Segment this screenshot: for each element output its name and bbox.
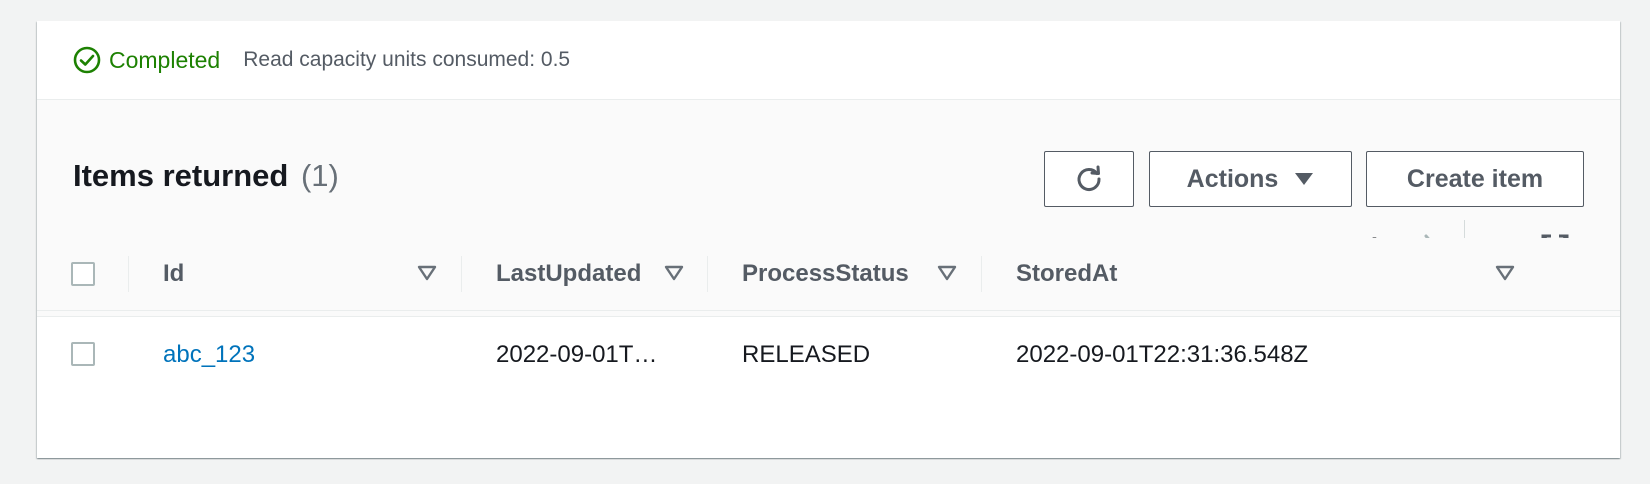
- table-row[interactable]: abc_123 2022-09-01T… RELEASED 2022-09-01…: [37, 311, 1620, 398]
- select-all-checkbox[interactable]: [71, 262, 95, 286]
- table-header-row: Id LastUpdated ProcessStatus StoredAt: [37, 238, 1620, 311]
- status-label: Completed: [109, 46, 221, 73]
- sort-triangle-icon[interactable]: [664, 265, 684, 281]
- cell-lastupdated: 2022-09-01T…: [496, 340, 658, 368]
- item-id-link[interactable]: abc_123: [163, 311, 255, 398]
- create-item-button[interactable]: Create item: [1366, 151, 1584, 207]
- column-header-lastupdated[interactable]: LastUpdated: [496, 238, 641, 310]
- caret-down-icon: [1295, 173, 1314, 185]
- status-indicator: Completed: [73, 46, 220, 74]
- column-divider: [461, 256, 462, 292]
- create-item-label: Create item: [1406, 164, 1544, 193]
- title-text: Items returned: [73, 158, 289, 193]
- column-header-processstatus[interactable]: ProcessStatus: [742, 238, 909, 310]
- check-circle-icon: [73, 46, 101, 74]
- column-divider: [707, 256, 708, 292]
- items-count: (1): [300, 158, 339, 193]
- query-status-bar: Completed Read capacity units consumed: …: [37, 21, 1620, 100]
- actions-dropdown-button[interactable]: Actions: [1149, 151, 1352, 207]
- row-checkbox[interactable]: [71, 342, 95, 366]
- column-divider: [128, 256, 129, 292]
- column-divider: [981, 256, 982, 292]
- page-title: Items returned (1): [73, 158, 339, 194]
- cell-processstatus: RELEASED: [742, 340, 871, 368]
- capacity-consumed-text: Read capacity units consumed: 0.5: [243, 48, 571, 71]
- actions-label: Actions: [1186, 164, 1279, 193]
- query-results-panel: Completed Read capacity units consumed: …: [37, 21, 1620, 458]
- refresh-button[interactable]: [1044, 151, 1134, 207]
- refresh-icon: [1077, 165, 1101, 191]
- cell-storedat: 2022-09-01T22:31:36.548Z: [1016, 340, 1309, 368]
- column-header-id[interactable]: Id: [163, 238, 184, 310]
- sort-triangle-icon[interactable]: [937, 265, 957, 281]
- column-header-storedat[interactable]: StoredAt: [1016, 238, 1117, 310]
- sort-triangle-icon[interactable]: [1495, 265, 1515, 281]
- sort-triangle-icon[interactable]: [417, 265, 437, 281]
